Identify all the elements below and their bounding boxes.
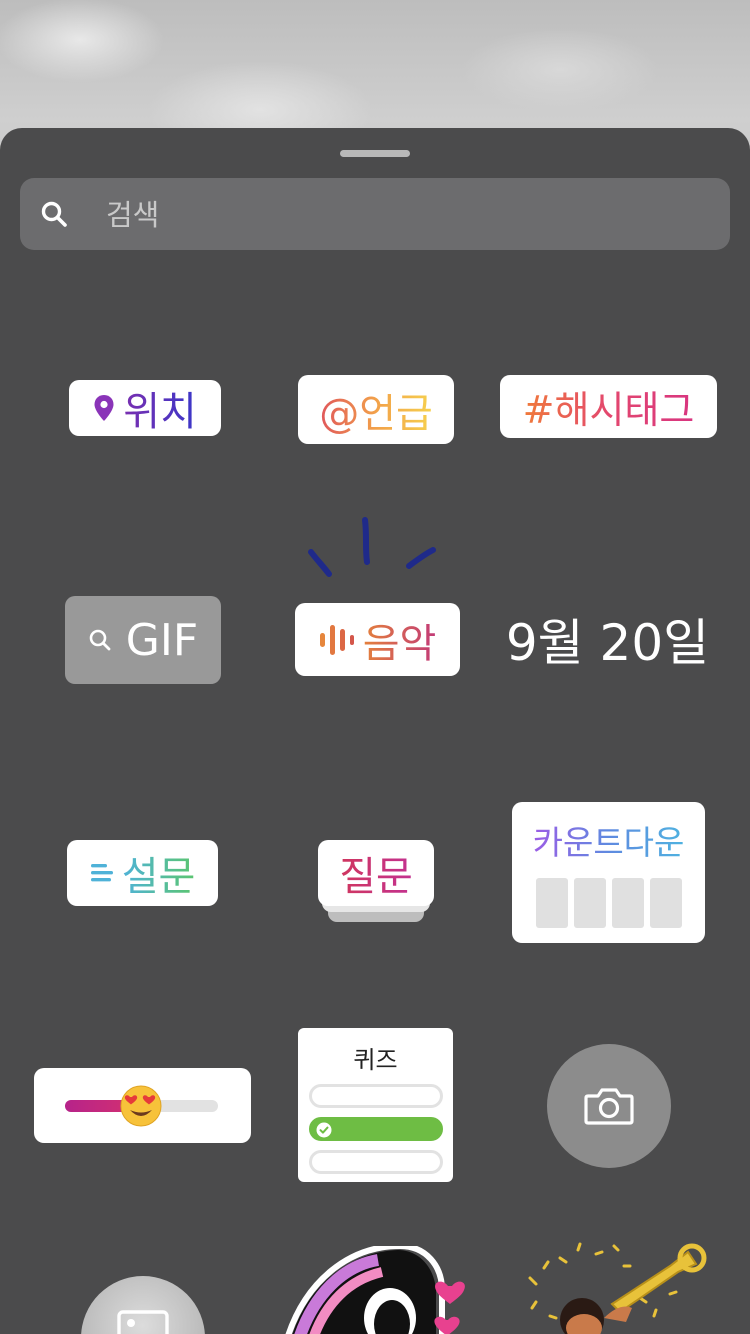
music-sparkle-decoration (308, 517, 436, 577)
gif-label: GIF (125, 614, 199, 666)
sticker-tray-sheet: 위치 @언급 #해시태그 GIF 음악 9월 20일 (0, 128, 750, 1334)
location-label: 위치 (123, 379, 197, 437)
question-card: 질문 (318, 840, 434, 906)
countdown-label: 카운트다운 (533, 816, 685, 864)
camera-sticker-button[interactable] (547, 1044, 671, 1168)
location-sticker[interactable]: 위치 (69, 380, 221, 436)
location-pin-icon (94, 395, 114, 421)
quiz-option (308, 1084, 443, 1108)
music-sticker[interactable]: 음악 (295, 603, 460, 676)
animated-sticker-rainbow[interactable] (278, 1246, 478, 1334)
question-sticker[interactable]: 질문 (318, 840, 434, 924)
quiz-title: 퀴즈 (353, 1046, 398, 1074)
quiz-option-correct (308, 1117, 443, 1141)
countdown-digit-box (649, 878, 682, 928)
check-icon (316, 1122, 331, 1138)
animated-sticker-trumpet[interactable] (520, 1238, 710, 1334)
date-label: 9월 20일 (505, 614, 710, 672)
hashtag-label: #해시태그 (523, 379, 695, 434)
poll-sticker[interactable]: 설문 (67, 840, 218, 906)
audio-bars-icon (319, 624, 354, 655)
quiz-option (308, 1150, 443, 1174)
search-icon (41, 201, 67, 227)
gif-sticker[interactable]: GIF (65, 596, 221, 684)
poll-lines-icon (90, 864, 113, 882)
image-icon (117, 1310, 169, 1334)
search-input[interactable] (104, 192, 708, 238)
mention-sticker[interactable]: @언급 (298, 375, 454, 444)
music-label: 음악 (363, 611, 437, 669)
countdown-digit-box (535, 878, 568, 928)
countdown-sticker[interactable]: 카운트다운 (512, 802, 705, 943)
gallery-sticker-button[interactable] (81, 1276, 205, 1334)
drag-handle[interactable] (340, 150, 410, 157)
date-sticker[interactable]: 9월 20일 (505, 604, 710, 674)
camera-icon (584, 1088, 634, 1125)
search-icon (89, 629, 111, 651)
hashtag-sticker[interactable]: #해시태그 (500, 375, 717, 438)
countdown-digit-box (611, 878, 644, 928)
mention-label: @언급 (319, 381, 433, 439)
countdown-digit-boxes (535, 878, 682, 928)
poll-label: 설문 (122, 844, 196, 902)
quiz-sticker[interactable]: 퀴즈 (298, 1028, 453, 1182)
emoji-slider-sticker[interactable] (34, 1068, 251, 1143)
heart-eyes-emoji-icon (120, 1085, 162, 1127)
search-bar[interactable] (20, 178, 730, 250)
countdown-digit-box (573, 878, 606, 928)
question-label: 질문 (339, 844, 413, 902)
